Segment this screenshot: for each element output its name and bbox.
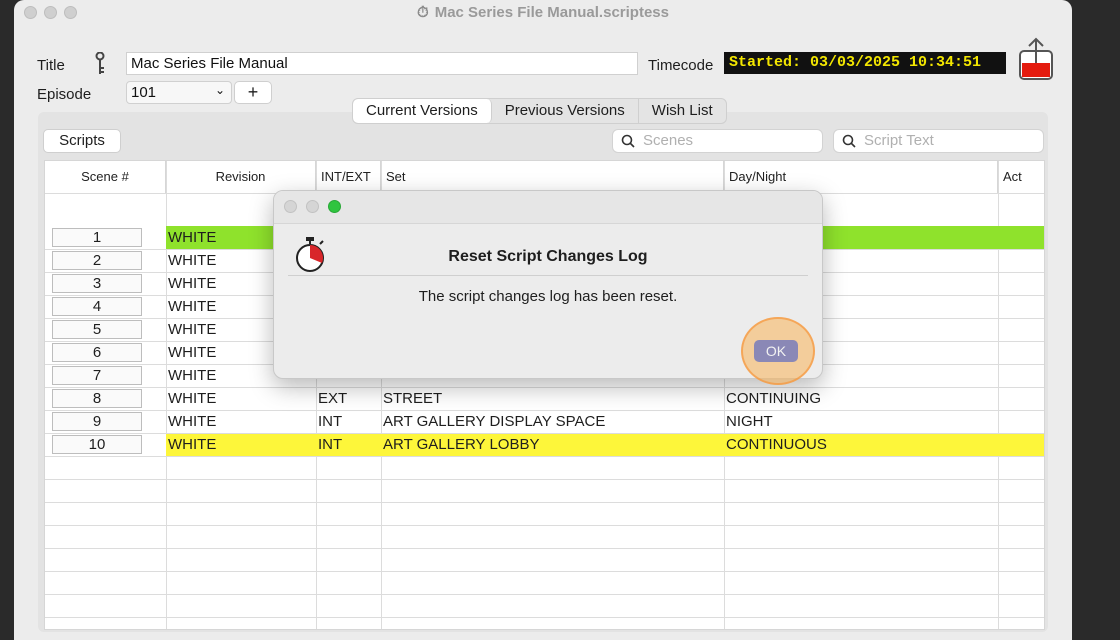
revision-cell: WHITE <box>168 275 217 292</box>
window-title: ⏱ Mac Series File Manual.scriptess <box>14 4 1072 21</box>
intext-cell: INT <box>318 436 343 453</box>
scene-number-button[interactable]: 5 <box>52 320 142 339</box>
tab-current-versions[interactable]: Current Versions <box>353 99 492 123</box>
revision-cell: WHITE <box>168 252 217 269</box>
dialog-message: The script changes log has been reset. <box>418 288 678 305</box>
revision-cell: WHITE <box>168 367 217 384</box>
dialog-close-button[interactable] <box>284 200 297 213</box>
title-field[interactable]: Mac Series File Manual <box>126 52 638 75</box>
export-icon[interactable] <box>1018 37 1054 81</box>
column-header-set[interactable]: Set <box>381 161 724 193</box>
dialog-divider <box>288 275 808 276</box>
revision-cell: WHITE <box>168 390 217 407</box>
scene-number-button[interactable]: 8 <box>52 389 142 408</box>
episode-value: 101 <box>131 84 157 101</box>
add-episode-button[interactable]: + <box>234 81 272 104</box>
search-icon <box>842 134 856 148</box>
table-row[interactable]: WHITE EXT STREET CONTINUING <box>166 387 1044 410</box>
scenes-search-input[interactable]: Scenes <box>612 129 823 153</box>
column-header-revision[interactable]: Revision <box>166 161 316 193</box>
intext-cell: INT <box>318 413 343 430</box>
revision-cell: WHITE <box>168 321 217 338</box>
scene-number-button[interactable]: 1 <box>52 228 142 247</box>
stopwatch-icon: ⏱ <box>417 4 429 21</box>
table-row[interactable]: WHITE INT ART GALLERY DISPLAY SPACE NIGH… <box>166 410 1044 433</box>
tab-wish-list[interactable]: Wish List <box>639 99 726 123</box>
script-text-search-placeholder: Script Text <box>864 132 934 149</box>
timecode-label: Timecode <box>648 57 714 74</box>
dialog-minimize-button[interactable] <box>306 200 319 213</box>
revision-cell: WHITE <box>168 413 217 430</box>
column-header-act[interactable]: Act <box>998 161 1044 193</box>
timecode-display: Started: 03/03/2025 10:34:51 <box>724 52 1006 74</box>
set-cell: STREET <box>383 390 443 407</box>
daynight-cell: CONTINUOUS <box>726 436 827 453</box>
scenes-search-placeholder: Scenes <box>643 132 694 149</box>
revision-cell: WHITE <box>168 344 217 361</box>
intext-cell: EXT <box>318 390 348 407</box>
script-text-search-input[interactable]: Script Text <box>833 129 1044 153</box>
set-cell: ART GALLERY DISPLAY SPACE <box>383 413 606 430</box>
episode-select[interactable]: 101 ⌄ <box>126 81 232 104</box>
dialog-title: Reset Script Changes Log <box>448 248 648 265</box>
dialog-zoom-button[interactable] <box>328 200 341 213</box>
version-tabs: Current Versions Previous Versions Wish … <box>352 98 727 124</box>
set-cell: ART GALLERY LOBBY <box>383 436 540 453</box>
search-icon <box>621 134 635 148</box>
episode-label: Episode <box>37 86 92 103</box>
column-header-intext[interactable]: INT/EXT <box>316 161 381 193</box>
dialog-title-bar <box>274 191 822 224</box>
key-icon[interactable] <box>94 52 106 76</box>
scene-number-button[interactable]: 10 <box>52 435 142 454</box>
column-header-daynight[interactable]: Day/Night <box>724 161 998 193</box>
window-title-text: Mac Series File Manual.scriptess <box>434 4 669 21</box>
title-label: Title <box>37 57 65 74</box>
scripts-button[interactable]: Scripts <box>43 129 121 153</box>
revision-cell: WHITE <box>168 298 217 315</box>
ok-button[interactable]: OK <box>754 340 798 362</box>
scene-number-button[interactable]: 3 <box>52 274 142 293</box>
daynight-cell: NIGHT <box>726 413 773 430</box>
column-header-scene[interactable]: Scene # <box>45 161 166 193</box>
scene-number-button[interactable]: 2 <box>52 251 142 270</box>
scene-number-button[interactable]: 7 <box>52 366 142 385</box>
daynight-cell: CONTINUING <box>726 390 821 407</box>
scene-number-button[interactable]: 6 <box>52 343 142 362</box>
title-bar: ⏱ Mac Series File Manual.scriptess <box>14 0 1072 26</box>
scene-number-button[interactable]: 4 <box>52 297 142 316</box>
revision-cell: WHITE <box>168 229 217 246</box>
table-row[interactable]: WHITE INT ART GALLERY LOBBY CONTINUOUS <box>166 433 1044 456</box>
tab-previous-versions[interactable]: Previous Versions <box>492 99 639 123</box>
scene-number-button[interactable]: 9 <box>52 412 142 431</box>
chevron-down-icon: ⌄ <box>214 83 225 97</box>
revision-cell: WHITE <box>168 436 217 453</box>
